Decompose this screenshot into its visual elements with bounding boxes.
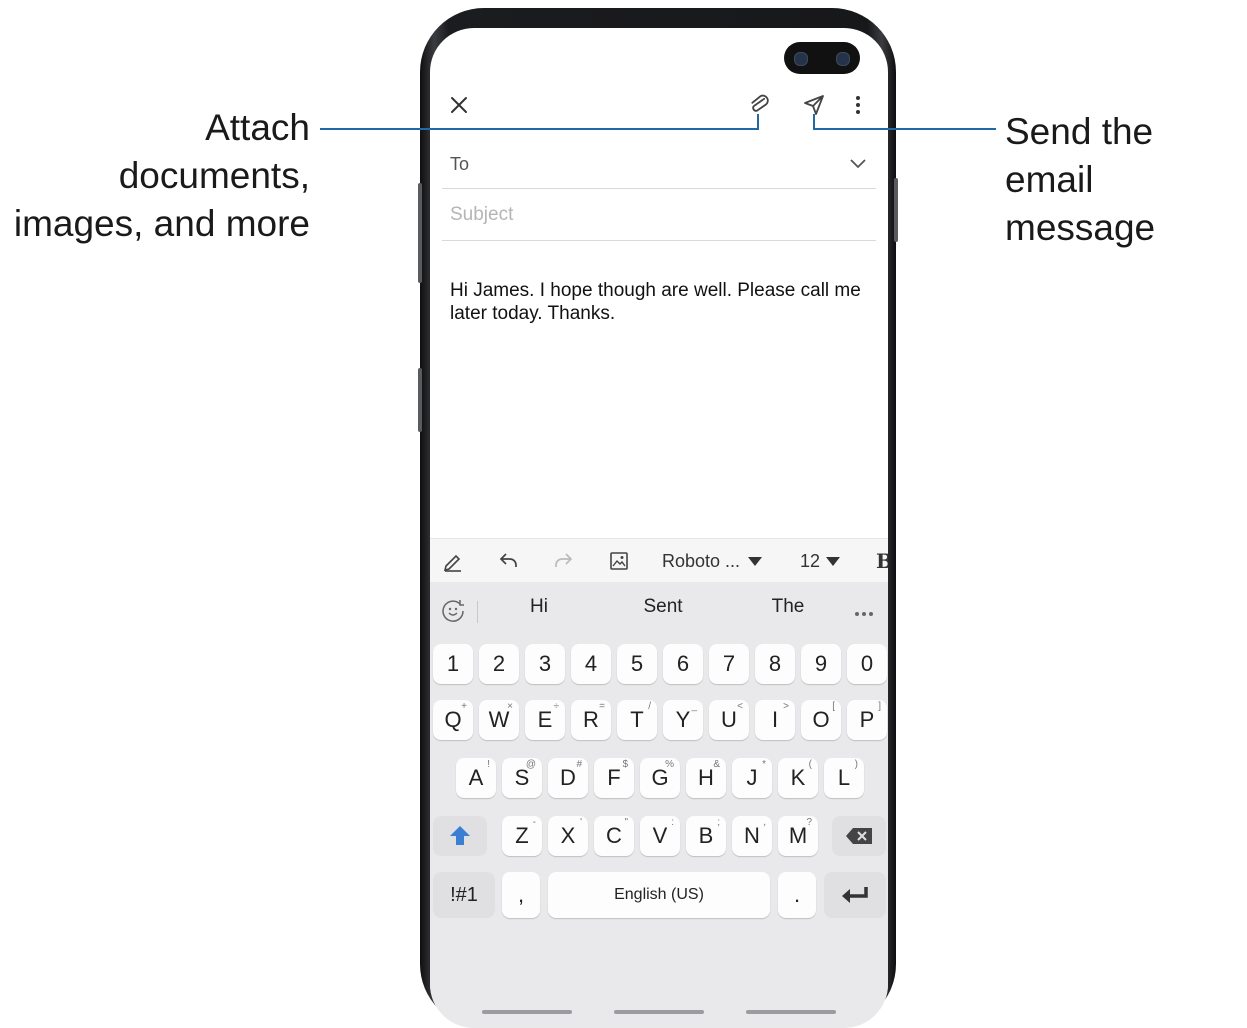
navigation-bar [430, 1002, 888, 1028]
key-n[interactable]: ,N [732, 816, 772, 856]
bold-button[interactable]: B [876, 539, 888, 583]
callout-send-tick [813, 114, 815, 130]
nav-back[interactable] [746, 1010, 836, 1014]
key-2[interactable]: 2 [479, 644, 519, 684]
symbols-key[interactable]: !#1 [433, 872, 495, 918]
key-c[interactable]: " C [594, 816, 634, 856]
undo-icon[interactable] [498, 539, 520, 583]
to-label: To [450, 154, 470, 174]
nav-recents[interactable] [482, 1010, 572, 1014]
font-size-value: 12 [800, 550, 821, 571]
key-a[interactable]: ! A [456, 758, 496, 798]
suggestion-word[interactable]: Sent [623, 596, 703, 618]
nav-home[interactable] [614, 1010, 704, 1014]
dropdown-arrow-icon [748, 551, 763, 572]
callout-attach-line1: Attach documents, [118, 107, 310, 196]
emoji-toggle-icon[interactable] [440, 598, 466, 628]
key-1[interactable]: 1 [433, 644, 473, 684]
volume-button [418, 183, 422, 283]
key-o[interactable]: [O [801, 700, 841, 740]
key-j[interactable]: * J [732, 758, 772, 798]
backspace-key[interactable] [832, 816, 886, 856]
font-selector[interactable]: Roboto ... [662, 539, 763, 583]
key-s[interactable]: @ S [502, 758, 542, 798]
key-h[interactable]: & H [686, 758, 726, 798]
callout-send: Send the email message [1005, 108, 1245, 252]
font-name: Roboto ... [662, 550, 741, 571]
suggestion-bar: Hi Sent The [430, 582, 888, 638]
enter-key[interactable] [824, 872, 886, 918]
more-options-icon[interactable] [848, 92, 868, 118]
key-8[interactable]: 8 [755, 644, 795, 684]
suggestion-divider [477, 601, 478, 623]
callout-attach-tick [757, 114, 759, 130]
key-7[interactable]: 7 [709, 644, 749, 684]
backspace-icon [846, 828, 872, 844]
shift-key[interactable] [433, 816, 487, 856]
comma-key[interactable]: , [502, 872, 540, 918]
suggestion-word[interactable]: Hi [499, 596, 579, 618]
key-4[interactable]: 4 [571, 644, 611, 684]
key-v[interactable]: :V [640, 816, 680, 856]
email-body[interactable]: Hi James. I hope though are well. Please… [450, 279, 870, 325]
key-q[interactable]: + Q [433, 700, 473, 740]
power-button [894, 178, 898, 242]
callout-attach-line [320, 128, 759, 130]
key-5[interactable]: 5 [617, 644, 657, 684]
front-camera [784, 42, 860, 74]
to-field[interactable]: To [442, 142, 876, 189]
phone-screen: To Subject Hi James. I hope though are w… [430, 28, 888, 1028]
key-m[interactable]: ? M [778, 816, 818, 856]
callout-attach-line2: images, and more [13, 203, 310, 244]
key-6[interactable]: 6 [663, 644, 703, 684]
key-u[interactable]: < U [709, 700, 749, 740]
key-r[interactable]: = R [571, 700, 611, 740]
key-y[interactable]: _ Y [663, 700, 703, 740]
callout-send-line1: Send the email [1005, 111, 1154, 200]
bixby-button [418, 368, 422, 432]
key-3[interactable]: 3 [525, 644, 565, 684]
key-z[interactable]: -Z [502, 816, 542, 856]
key-g[interactable]: % G [640, 758, 680, 798]
key-l[interactable]: ) L [824, 758, 864, 798]
key-9[interactable]: 9 [801, 644, 841, 684]
callout-send-line2: message [1005, 207, 1156, 248]
subject-field[interactable]: Subject [442, 190, 876, 241]
key-k[interactable]: (K [778, 758, 818, 798]
pen-icon[interactable] [442, 539, 464, 583]
key-i[interactable]: > I [755, 700, 795, 740]
key-b[interactable]: ; B [686, 816, 726, 856]
key-t[interactable]: / T [617, 700, 657, 740]
close-icon[interactable] [446, 92, 472, 118]
redo-icon[interactable] [552, 539, 574, 583]
shift-arrow-icon [450, 826, 470, 845]
callout-attach: Attach documents, images, and more [10, 104, 310, 248]
key-p[interactable]: ] P [847, 700, 887, 740]
key-f[interactable]: $ F [594, 758, 634, 798]
dropdown-arrow-icon [826, 551, 841, 572]
enter-icon [842, 887, 868, 903]
keyboard: Hi Sent The 1 2 3 4 5 6 7 8 9 0 + Q × W ÷ E… [430, 582, 888, 1028]
suggestion-word[interactable]: The [748, 596, 828, 618]
key-w[interactable]: × W [479, 700, 519, 740]
period-key[interactable]: . [778, 872, 816, 918]
space-key[interactable]: English (US) [548, 872, 770, 918]
image-icon[interactable] [608, 539, 630, 583]
chevron-down-icon[interactable] [850, 154, 866, 173]
formatting-toolbar: Roboto ... 12 B [430, 538, 888, 583]
more-suggestions-icon[interactable] [854, 602, 874, 621]
key-0[interactable]: 0 [847, 644, 887, 684]
callout-send-line [813, 128, 996, 130]
key-d[interactable]: # D [548, 758, 588, 798]
key-x[interactable]: ' X [548, 816, 588, 856]
attach-icon[interactable] [746, 92, 772, 118]
font-size-selector[interactable]: 12 [800, 539, 841, 583]
subject-placeholder: Subject [450, 204, 514, 225]
key-e[interactable]: ÷ E [525, 700, 565, 740]
